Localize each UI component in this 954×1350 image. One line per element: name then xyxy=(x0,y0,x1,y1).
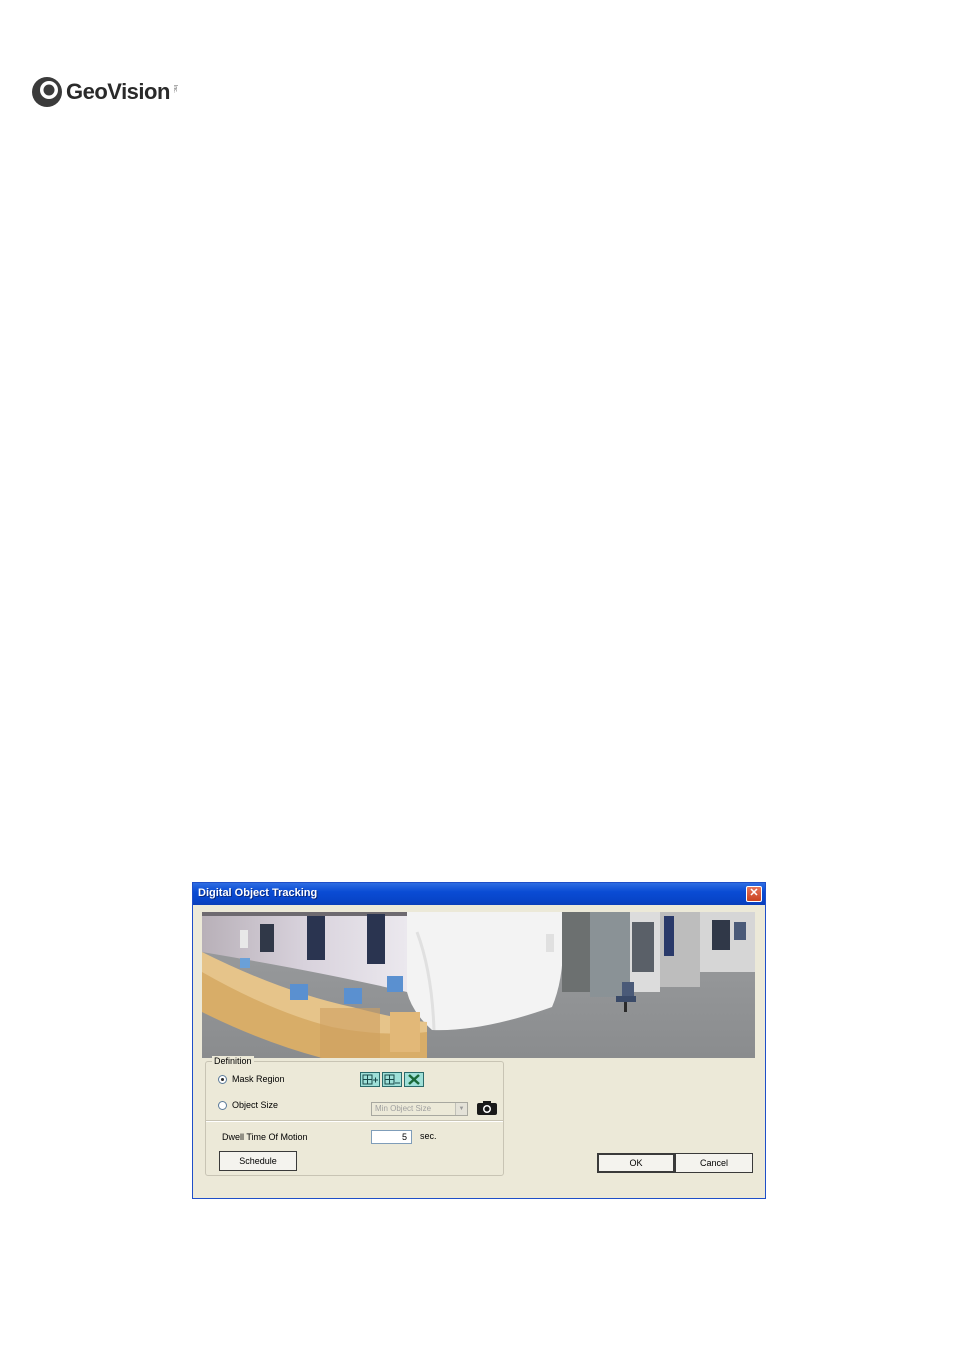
cancel-button-label: Cancel xyxy=(699,1158,728,1168)
geovision-logo-icon xyxy=(32,77,62,107)
dwell-unit-label: sec. xyxy=(420,1131,437,1141)
cancel-button[interactable]: Cancel xyxy=(675,1153,753,1173)
delete-region-icon xyxy=(408,1074,420,1085)
close-button[interactable]: ✕ xyxy=(746,886,762,902)
geovision-logo: GeoVision Inc. xyxy=(30,72,178,112)
dwell-unit-row: sec. xyxy=(420,1131,437,1141)
mask-region-radio[interactable] xyxy=(218,1074,227,1084)
group-divider xyxy=(206,1120,503,1122)
brand-name: GeoVision xyxy=(66,79,170,104)
camera-icon[interactable] xyxy=(476,1100,498,1116)
dwell-time-input[interactable]: 5 xyxy=(371,1130,412,1144)
ok-button[interactable]: OK xyxy=(597,1153,675,1173)
panorama-image xyxy=(202,912,755,1058)
remove-region-icon xyxy=(384,1074,400,1085)
add-region-button[interactable] xyxy=(360,1072,380,1087)
remove-region-button[interactable] xyxy=(382,1072,402,1087)
dwell-time-row: Dwell Time Of Motion xyxy=(222,1132,308,1142)
camera-preview[interactable] xyxy=(202,912,755,1058)
object-size-option[interactable]: Object Size xyxy=(218,1100,278,1110)
object-size-radio[interactable] xyxy=(218,1100,227,1110)
mask-region-label: Mask Region xyxy=(232,1074,285,1084)
mask-region-option[interactable]: Mask Region xyxy=(218,1074,285,1084)
object-size-select[interactable]: Min Object Size ▼ xyxy=(371,1102,468,1116)
ok-button-label: OK xyxy=(629,1158,643,1168)
object-size-label: Object Size xyxy=(232,1100,279,1110)
definition-group: Definition Mask Region Object Size Min O… xyxy=(205,1056,504,1176)
dialog-title: Digital Object Tracking xyxy=(198,887,318,899)
definition-label: Definition xyxy=(212,1056,254,1066)
schedule-button-label: Schedule xyxy=(239,1156,277,1166)
brand-suffix: Inc. xyxy=(171,85,178,94)
digital-object-tracking-dialog: Digital Object Tracking ✕ Definition Mas… xyxy=(192,882,766,1199)
dwell-time-label: Dwell Time Of Motion xyxy=(222,1132,308,1142)
object-size-select-value: Min Object Size xyxy=(375,1104,432,1113)
schedule-button[interactable]: Schedule xyxy=(219,1151,297,1171)
title-bar[interactable]: Digital Object Tracking ✕ xyxy=(193,883,765,905)
delete-region-button[interactable] xyxy=(404,1072,424,1087)
dropdown-arrow-icon[interactable]: ▼ xyxy=(455,1103,467,1115)
close-icon: ✕ xyxy=(749,887,759,899)
add-region-icon xyxy=(362,1074,378,1085)
